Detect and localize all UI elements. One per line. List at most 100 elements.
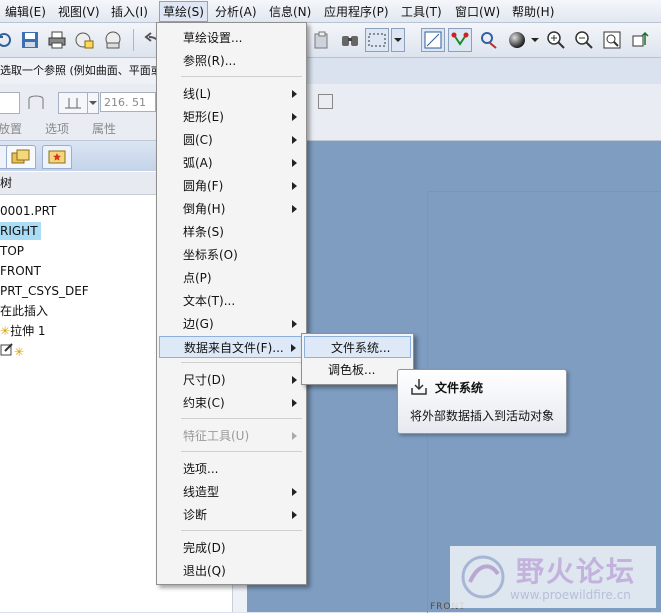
tree-node-top-plane[interactable]: TOP [0, 242, 24, 260]
solid-option-button[interactable] [0, 92, 20, 114]
watermark-url: www.proewildfire.cn [510, 588, 631, 602]
menu-item-data-from-file[interactable]: 数据来自文件(F)... [159, 336, 304, 358]
print-icon[interactable] [47, 30, 67, 50]
menu-item-diagnostics[interactable]: 诊断 [157, 504, 306, 526]
sketch-star-icon: ✳ [14, 345, 25, 359]
submenu-arrow-icon [292, 320, 297, 328]
menu-item-feature-tools: 特征工具(U) [157, 425, 306, 447]
menu-window[interactable]: 窗口(W) [455, 3, 500, 20]
menu-sketch[interactable]: 草绘(S) [159, 1, 208, 22]
menu-item-text[interactable]: 文本(T)... [157, 290, 306, 312]
menu-separator [181, 418, 302, 419]
tab-options[interactable]: 选项 [45, 120, 69, 137]
menu-item-rectangle[interactable]: 矩形(E) [157, 106, 306, 128]
menu-analysis[interactable]: 分析(A) [215, 3, 257, 20]
submenu-arrow-icon [292, 511, 297, 519]
menu-bar: 编辑(E) 视图(V) 插入(I) 草绘(S) 分析(A) 信息(N) 应用程序… [0, 0, 661, 23]
menu-item-line[interactable]: 线(L) [157, 83, 306, 105]
select-dropdown-button[interactable] [391, 28, 405, 52]
menu-item-point[interactable]: 点(P) [157, 267, 306, 289]
submenu-arrow-icon [292, 399, 297, 407]
tab-properties[interactable]: 属性 [92, 120, 116, 137]
save-icon[interactable] [20, 30, 40, 50]
main-toolbar [0, 23, 661, 58]
surface-option-icon[interactable] [26, 93, 46, 111]
toolbar-separator [133, 29, 134, 51]
submenu-arrow-icon [292, 90, 297, 98]
feature-dashboard: 216. 51 放置 选项 属性 [0, 84, 661, 141]
tree-node-part[interactable]: 0001.PRT [0, 202, 56, 220]
submenu-arrow-icon [292, 376, 297, 384]
submenu-arrow-icon [292, 136, 297, 144]
menu-info[interactable]: 信息(N) [269, 3, 311, 20]
menu-item-edge[interactable]: 边(G) [157, 313, 306, 335]
depth-value-input[interactable]: 216. 51 [100, 92, 156, 112]
tooltip-description: 将外部数据插入到活动对象 [410, 409, 555, 423]
tooltip-title: 文件系统 [435, 381, 484, 395]
submenu-arrow-icon [292, 182, 297, 190]
menu-help[interactable]: 帮助(H) [512, 3, 554, 20]
watermark-title: 野火论坛 [516, 555, 637, 588]
menu-item-line-style[interactable]: 线造型 [157, 481, 306, 503]
menu-edit[interactable]: 编辑(E) [5, 3, 46, 20]
menu-item-fillet[interactable]: 圆角(F) [157, 175, 306, 197]
tree-node-insert-here[interactable]: 在此插入 [0, 302, 48, 320]
menu-separator [181, 451, 302, 452]
tree-node-right-plane[interactable]: RIGHT [0, 222, 41, 240]
menu-applications[interactable]: 应用程序(P) [324, 3, 389, 20]
menu-item-arc[interactable]: 弧(A) [157, 152, 306, 174]
refit-icon[interactable] [602, 30, 622, 50]
menu-item-chamfer[interactable]: 倒角(H) [157, 198, 306, 220]
constraints-icon[interactable] [479, 30, 499, 50]
reorient-icon[interactable] [630, 30, 650, 50]
shading-sphere-icon[interactable] [507, 30, 527, 50]
file-system-tooltip: 文件系统 将外部数据插入到活动对象 [397, 369, 567, 434]
menu-item-sketch-setup[interactable]: 草绘设置... [157, 27, 306, 49]
menu-item-file-system[interactable]: 文件系统... [304, 336, 411, 358]
tab-folder-browser[interactable] [6, 145, 36, 169]
submenu-arrow-icon [291, 344, 296, 352]
chevron-down-icon[interactable] [531, 38, 539, 42]
sketch-pencil-icon [0, 343, 13, 356]
tree-node-sketch[interactable]: ✳ [0, 342, 24, 360]
menu-item-done[interactable]: 完成(D) [157, 537, 306, 559]
sketch-menu: 草绘设置... 参照(R)... 线(L) 矩形(E) 圆(C) 弧(A) 圆角… [156, 22, 307, 585]
menu-item-references[interactable]: 参照(R)... [157, 50, 306, 72]
send-mail-icon[interactable] [74, 30, 94, 50]
tree-node-csys[interactable]: PRT_CSYS_DEF [0, 282, 89, 300]
display-vertices-icon[interactable] [448, 28, 472, 52]
menu-item-coordinate-system[interactable]: 坐标系(O) [157, 244, 306, 266]
zoom-in-icon[interactable] [546, 30, 566, 50]
flip-direction-button[interactable] [318, 94, 333, 109]
paste-icon[interactable] [312, 30, 332, 50]
find-icon[interactable] [340, 30, 360, 50]
submenu-arrow-icon [292, 432, 297, 440]
zoom-out-icon[interactable] [574, 30, 594, 50]
depth-option-button[interactable] [58, 92, 88, 114]
menu-view[interactable]: 视图(V) [58, 3, 100, 20]
menu-separator [181, 362, 302, 363]
tab-placement[interactable]: 放置 [0, 120, 22, 137]
message-prompt: 选取一个参照 (例如曲面、平面或 [0, 58, 160, 84]
menu-item-quit[interactable]: 退出(Q) [157, 560, 306, 582]
menu-separator [181, 530, 302, 531]
menu-item-spline[interactable]: 样条(S) [157, 221, 306, 243]
regenerate-icon[interactable] [0, 30, 14, 50]
menu-item-dimension[interactable]: 尺寸(D) [157, 369, 306, 391]
menu-separator [181, 76, 302, 77]
menu-insert[interactable]: 插入(I) [111, 3, 148, 20]
depth-dropdown[interactable] [87, 92, 99, 114]
menu-tools[interactable]: 工具(T) [401, 3, 442, 20]
tree-node-front-plane[interactable]: FRONT [0, 262, 41, 280]
select-box-icon[interactable] [365, 28, 389, 52]
submenu-arrow-icon [292, 113, 297, 121]
submenu-arrow-icon [292, 488, 297, 496]
menu-item-circle[interactable]: 圆(C) [157, 129, 306, 151]
menu-item-options[interactable]: 选项... [157, 458, 306, 480]
watermark-logo-icon [461, 555, 505, 599]
menu-item-constrain[interactable]: 约束(C) [157, 392, 306, 414]
tab-favorites[interactable] [42, 145, 72, 169]
sketch-view-icon[interactable] [421, 28, 445, 52]
mail-link-icon[interactable] [103, 30, 123, 50]
tree-node-extrude[interactable]: ✳拉伸 1 [0, 322, 46, 340]
